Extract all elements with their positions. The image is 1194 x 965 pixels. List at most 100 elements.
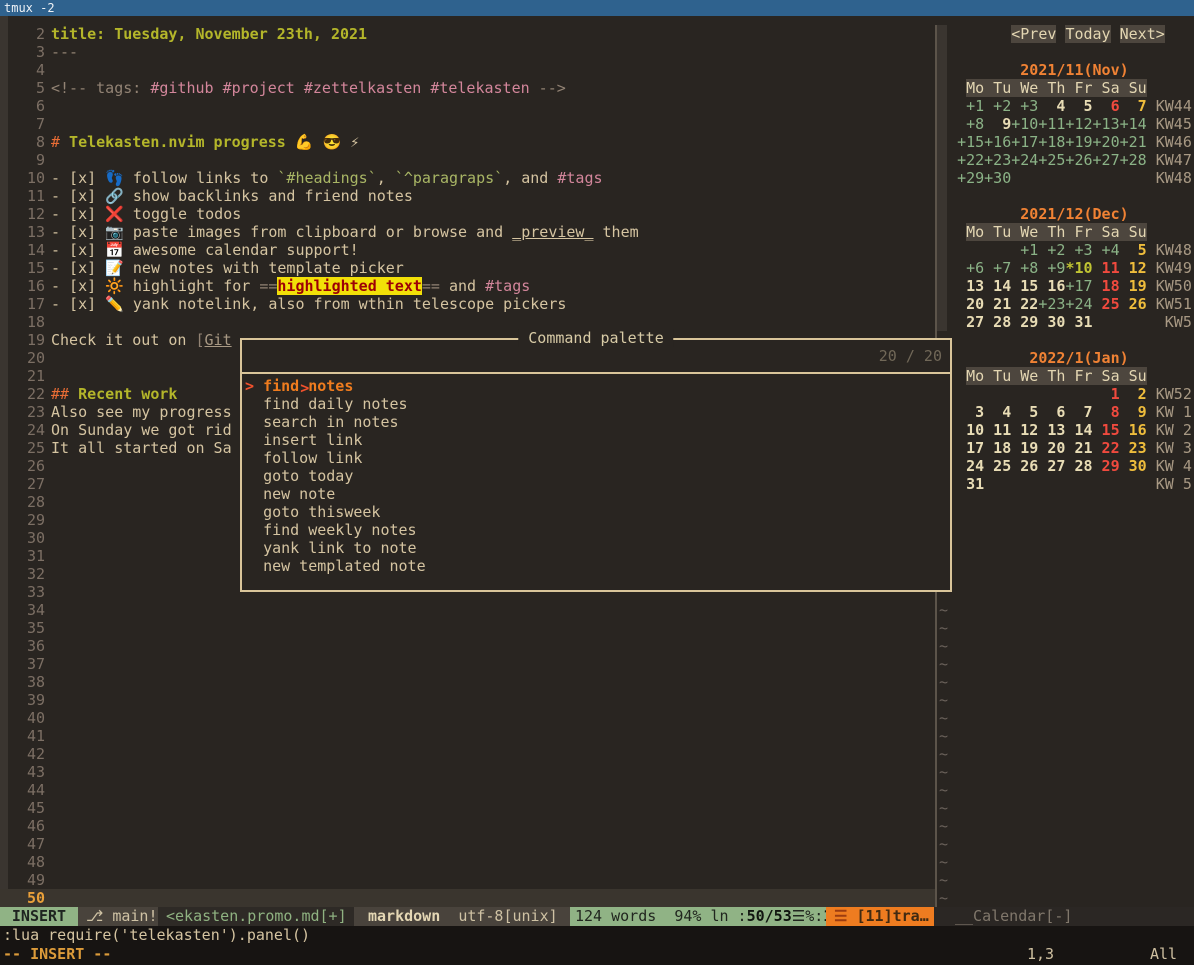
buffer-line[interactable]: 16- [x] 🔆 highlight for ==highlighted te… [0, 277, 935, 295]
text-token [939, 79, 966, 97]
text-token[interactable]: 5 [1120, 241, 1147, 259]
buffer-cursor-line[interactable]: 50 [0, 889, 935, 907]
buffer-line[interactable]: 17- [x] ✏️ yank notelink, also from wthi… [0, 295, 935, 313]
text-token[interactable]: 9 [984, 115, 1011, 133]
buffer-line[interactable]: 11- [x] 🔗 show backlinks and friend note… [0, 187, 935, 205]
buffer-line[interactable]: 12- [x] ❌ toggle todos [0, 205, 935, 223]
palette-item-selected[interactable]: > find notes [245, 377, 950, 395]
line-number: 49 [0, 871, 45, 889]
text-token [1147, 151, 1156, 169]
buffer-line[interactable]: 8# Telekasten.nvim progress 💪 😎 ⚡ [0, 133, 935, 151]
text-token[interactable]: +1 +2 +3 [957, 97, 1038, 115]
text-token[interactable]: 19 [1120, 277, 1147, 295]
text-token[interactable]: 22 [1093, 439, 1120, 457]
text-token[interactable]: 20 21 22 [957, 295, 1038, 313]
buffer-line[interactable]: 43 [0, 763, 935, 781]
buffer-line[interactable]: 3--- [0, 43, 935, 61]
text-token[interactable]: 4 5 [1038, 97, 1092, 115]
text-token[interactable]: 15 [1093, 421, 1120, 439]
buffer-line[interactable]: 38 [0, 673, 935, 691]
calendar-nav-button[interactable]: Next> [1120, 25, 1165, 43]
buffer-line[interactable]: 9 [0, 151, 935, 169]
buffer-line[interactable]: 47 [0, 835, 935, 853]
text-token[interactable]: 24 25 26 27 28 [957, 457, 1092, 475]
text-token[interactable]: 16 [1120, 421, 1147, 439]
buffer-line[interactable]: 39 [0, 691, 935, 709]
palette-item[interactable]: new note [245, 485, 950, 503]
palette-item[interactable]: insert link [245, 431, 950, 449]
text-token[interactable]: 26 [1120, 295, 1147, 313]
text-token[interactable]: 30 [1120, 457, 1147, 475]
palette-item[interactable]: new templated note [245, 557, 950, 575]
calendar-line: +8 9+10+11+12+13+14 KW45 [939, 115, 1192, 133]
calendar-nav-button[interactable]: Today [1065, 25, 1110, 43]
text-token[interactable]: 25 [1093, 295, 1120, 313]
palette-item[interactable]: yank link to note [245, 539, 950, 557]
text-token[interactable]: 1 [1093, 385, 1120, 403]
text-token[interactable]: 9 [1120, 403, 1147, 421]
text-token[interactable]: +23+24 [1038, 295, 1092, 313]
buffer-line[interactable]: 10- [x] 👣 follow links to `#headings`, `… [0, 169, 935, 187]
text-token[interactable]: 23 [1120, 439, 1147, 457]
text-token[interactable]: +8 [957, 115, 984, 133]
palette-prompt[interactable]: > 20 / 20 [242, 340, 950, 374]
buffer-line[interactable]: 46 [0, 817, 935, 835]
text-token[interactable]: 12 [1120, 259, 1147, 277]
buffer-line[interactable]: 44 [0, 781, 935, 799]
buffer-line[interactable]: 13- [x] 📷 paste images from clipboard or… [0, 223, 935, 241]
buffer-line[interactable]: 41 [0, 727, 935, 745]
text-token[interactable]: 31 [957, 475, 984, 493]
palette-item[interactable]: find weekly notes [245, 521, 950, 539]
buffer-line[interactable]: 14- [x] 📅 awesome calendar support! [0, 241, 935, 259]
command-line[interactable]: :lua require('telekasten').panel() [0, 926, 1194, 944]
text-token[interactable]: +15+16+17+18+19+20+21 [957, 133, 1147, 151]
buffer-line[interactable]: 36 [0, 637, 935, 655]
buffer-line[interactable]: 6 [0, 97, 935, 115]
palette-item[interactable]: follow link [245, 449, 950, 467]
text-token[interactable]: *10 [1065, 259, 1092, 277]
text-token[interactable]: +1 +2 +3 +4 [1011, 241, 1119, 259]
palette-item[interactable]: find daily notes [245, 395, 950, 413]
text-token[interactable]: 11 [1093, 259, 1120, 277]
buffer-line[interactable]: 4 [0, 61, 935, 79]
text-token[interactable]: 17 18 19 20 21 [957, 439, 1092, 457]
buffer-line[interactable]: 35 [0, 619, 935, 637]
text-token[interactable]: 3 4 5 6 7 [957, 403, 1092, 421]
text-token[interactable]: +17 [1065, 277, 1092, 295]
palette-item[interactable]: search in notes [245, 413, 950, 431]
text-token: --- [51, 43, 78, 61]
text-token[interactable]: +22+23+24+25+26+27+28 [957, 151, 1147, 169]
text-token[interactable]: 8 [1093, 403, 1120, 421]
text-token[interactable]: 10 11 12 13 14 [957, 421, 1092, 439]
buffer-line[interactable]: 34 [0, 601, 935, 619]
buffer-line[interactable]: 7 [0, 115, 935, 133]
calendar-pane[interactable]: <Prev Today Next> 2021/11(Nov) Mo Tu We … [939, 25, 1192, 493]
text-token[interactable]: +29+30 [957, 169, 1011, 187]
buffer-line[interactable]: 2title: Tuesday, November 23th, 2021 [0, 25, 935, 43]
palette-item[interactable]: goto today [245, 467, 950, 485]
buffer-line[interactable]: 42 [0, 745, 935, 763]
emoji-icon: 👣 [105, 169, 124, 187]
buffer-line[interactable]: 37 [0, 655, 935, 673]
buffer-line[interactable]: 48 [0, 853, 935, 871]
text-token: goto thisweek [263, 503, 380, 521]
buffer-line[interactable]: 15- [x] 📝 new notes with template picker [0, 259, 935, 277]
text-token[interactable]: 18 [1093, 277, 1120, 295]
text-token[interactable]: 2 [1120, 385, 1147, 403]
text-token[interactable]: +10+11+12+13+14 [1011, 115, 1146, 133]
buffer-line[interactable]: 5<!-- tags: #github #project #zettelkast… [0, 79, 935, 97]
text-token[interactable]: 27 28 29 30 31 [957, 313, 1092, 331]
buffer-line[interactable]: 45 [0, 799, 935, 817]
buffer-line[interactable]: 40 [0, 709, 935, 727]
text-token[interactable]: 13 14 15 16 [957, 277, 1065, 295]
text-token[interactable]: 7 [1120, 97, 1147, 115]
text-token[interactable]: 29 [1093, 457, 1120, 475]
text-token[interactable]: 6 [1093, 97, 1120, 115]
palette-item[interactable]: goto thisweek [245, 503, 950, 521]
calendar-line: +22+23+24+25+26+27+28 KW47 [939, 151, 1192, 169]
buffer-line[interactable]: 18 [0, 313, 935, 331]
calendar-nav-button[interactable]: <Prev [1011, 25, 1056, 43]
text-token: KW 5 [1147, 475, 1192, 493]
text-token[interactable]: +6 +7 +8 +9 [957, 259, 1065, 277]
buffer-line[interactable]: 49 [0, 871, 935, 889]
